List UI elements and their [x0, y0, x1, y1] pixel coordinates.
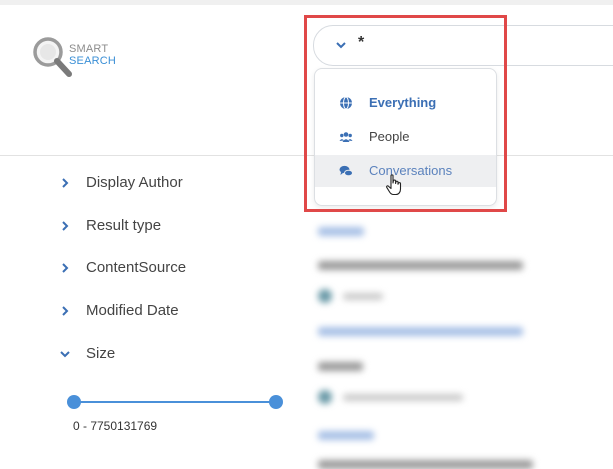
logo-text-line1: SMART — [69, 43, 109, 55]
blurred-result-meta — [343, 293, 383, 300]
filter-label: Result type — [86, 217, 162, 234]
filter-label: ContentSource — [86, 259, 187, 276]
filter-label: Modified Date — [86, 302, 179, 319]
blurred-result-text — [318, 460, 533, 469]
size-range-label: 0 - 7750131769 — [73, 419, 158, 433]
top-rule — [0, 0, 613, 5]
chevron-down-icon — [60, 351, 70, 358]
chevron-right-icon — [62, 306, 69, 316]
filter-display-author[interactable]: Display Author — [60, 174, 280, 194]
filter-label: Display Author — [86, 174, 183, 191]
filter-modified-date[interactable]: Modified Date — [60, 302, 280, 322]
logo-text-line2: SEARCH — [69, 55, 117, 67]
filter-content-source[interactable]: ContentSource — [60, 259, 280, 279]
filter-size[interactable]: Size — [60, 345, 280, 365]
blurred-avatar — [318, 390, 332, 404]
chevron-right-icon — [62, 221, 69, 231]
chevron-right-icon — [62, 263, 69, 273]
annotation-highlight-box — [304, 15, 507, 212]
filter-result-type[interactable]: Result type — [60, 217, 280, 237]
blurred-result-link[interactable] — [318, 327, 523, 336]
blurred-result-text — [318, 261, 523, 270]
blurred-result-link[interactable] — [318, 227, 364, 236]
blurred-result-meta — [343, 394, 463, 401]
blurred-result-link[interactable] — [318, 431, 374, 440]
magnifier-logo-icon — [33, 37, 72, 77]
blurred-result-text — [318, 362, 363, 371]
size-range-track[interactable] — [74, 401, 276, 403]
filter-label: Size — [86, 345, 116, 362]
blurred-avatar — [318, 289, 332, 303]
size-range-max-handle[interactable] — [269, 395, 283, 409]
chevron-right-icon — [62, 178, 69, 188]
size-range-min-handle[interactable] — [67, 395, 81, 409]
smart-search-logo: SMART SEARCH — [33, 37, 143, 87]
